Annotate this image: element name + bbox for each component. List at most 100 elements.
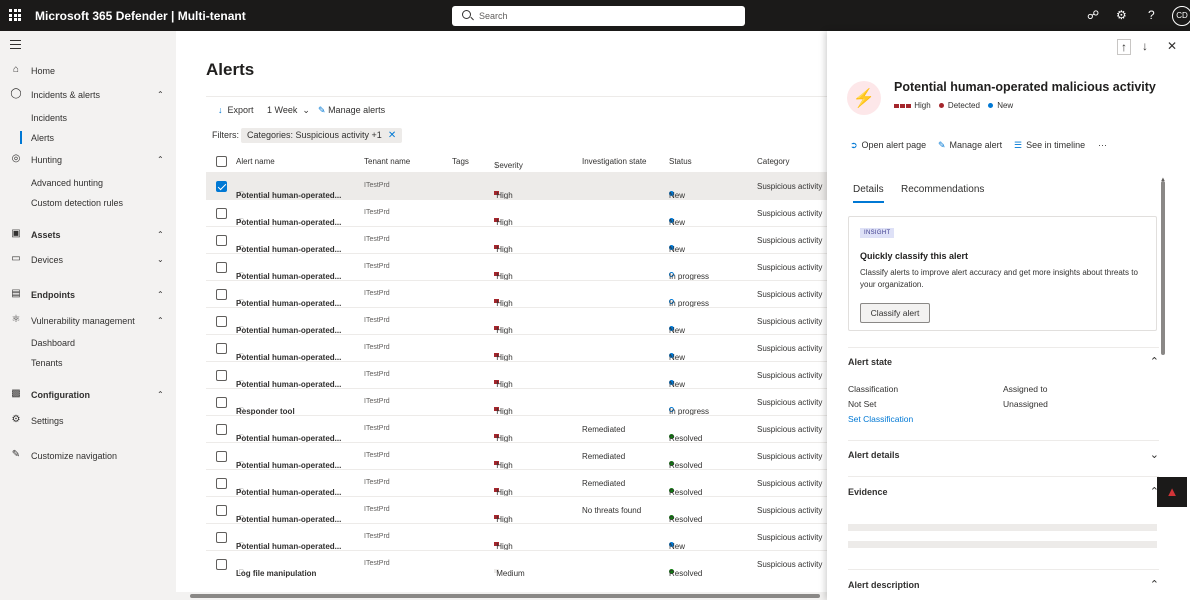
alert-details-section[interactable]: Alert details ⌄ [848,448,1159,461]
alert-detail-panel: ↑ ↓ ✕ ⚡ Potential human-operated malicio… [827,31,1190,600]
select-all-checkbox[interactable] [216,156,227,167]
open-external-icon[interactable]: □ [239,191,243,198]
row-checkbox[interactable] [216,559,227,570]
arrow-up-icon[interactable]: ↑ [1117,39,1131,55]
table-row[interactable]: Potential human-operated... □ ITestPrd Hig… [206,199,827,227]
table-row[interactable]: Potential human-operated... □ ITestPrd Hig… [206,253,827,281]
chevron-up-icon[interactable]: ⌃ [157,388,164,402]
waffle-icon[interactable] [9,9,21,21]
chevron-up-icon[interactable]: ⌃ [157,153,164,167]
tab-recommendations[interactable]: Recommendations [901,184,984,195]
investigation-state: Remediated [582,452,626,461]
hamburger-menu-icon[interactable] [10,40,21,52]
table-row[interactable]: Potential human-operated... □ ITestPrd Hig… [206,280,827,308]
scrollbar-thumb[interactable] [190,594,820,598]
table-row[interactable]: Potential human-operated... □ ITestPrd Hig… [206,415,827,443]
row-checkbox[interactable] [216,316,227,327]
classify-alert-button[interactable]: Classify alert [860,303,930,323]
column-status[interactable]: Status [669,157,692,166]
open-alert-page-button[interactable]: ➲ Open alert page [850,140,926,151]
open-external-icon[interactable]: □ [239,515,243,522]
sidebar: ⌂ Home ◯ Incidents & alerts ⌃ Incidents … [0,31,176,600]
table-row[interactable]: Potential human-operated... □ ITestPrd Hig… [206,307,827,335]
horizontal-scrollbar[interactable] [176,592,827,600]
table-row[interactable]: Potential human-operated... □ ITestPrd Hig… [206,172,827,200]
chevron-up-icon[interactable]: ⌃ [1150,355,1159,368]
app-title[interactable]: Microsoft 365 Defender | Multi-tenant [35,9,246,23]
row-checkbox[interactable] [216,343,227,354]
open-external-icon[interactable]: □ [239,461,243,468]
chevron-up-icon[interactable]: ⌃ [157,88,164,102]
column-alert-name[interactable]: Alert name [236,157,275,166]
chevron-up-icon[interactable]: ⌃ [157,288,164,302]
column-tags[interactable]: Tags [452,157,469,166]
manage-alerts-button[interactable]: ✎ Manage alerts [318,105,385,116]
time-range-dropdown[interactable]: 1 Week ⌄ [267,105,310,116]
see-in-timeline-button[interactable]: ☰ See in timeline [1014,140,1085,151]
severity-cell: High [494,209,513,227]
loading-placeholder [848,524,1157,531]
open-external-icon[interactable]: □ [239,299,243,306]
open-external-icon[interactable]: □ [239,542,243,549]
alert-description-section[interactable]: Alert description ⌃ [848,578,1159,591]
alert-state-section[interactable]: Alert state ⌃ [848,355,1159,368]
close-icon[interactable]: ✕ [388,130,396,141]
table-row[interactable]: Potential human-operated... □ ITestPrd Hig… [206,334,827,362]
table-row[interactable]: Potential human-operated... □ ITestPrd Hig… [206,226,827,254]
arrow-down-icon[interactable]: ↓ [1142,39,1148,53]
more-actions-button[interactable]: ··· [1098,140,1107,150]
row-checkbox[interactable] [216,424,227,435]
close-icon[interactable]: ✕ [1167,39,1177,53]
avatar[interactable]: CD [1172,6,1190,26]
open-external-icon[interactable]: □ [239,407,243,414]
row-checkbox[interactable] [216,208,227,219]
table-row[interactable]: Potential human-operated... □ ITestPrd Hig… [206,361,827,389]
help-icon[interactable]: ? [1148,8,1155,22]
row-checkbox[interactable] [216,451,227,462]
vertical-scrollbar[interactable] [1161,181,1165,355]
row-checkbox[interactable] [216,397,227,408]
table-row[interactable]: Potential human-operated... □ ITestPrd Hig… [206,469,827,497]
row-checkbox[interactable] [216,289,227,300]
share-icon[interactable]: ☍ [1087,8,1099,22]
row-checkbox[interactable] [216,181,227,192]
evidence-section[interactable]: Evidence ⌃ [848,486,1159,498]
open-external-icon[interactable]: □ [239,569,243,576]
tab-details[interactable]: Details [853,184,884,203]
chevron-up-icon[interactable]: ⌃ [157,228,164,242]
column-category[interactable]: Category [757,157,789,166]
open-external-icon[interactable]: □ [239,326,243,333]
set-classification-link[interactable]: Set Classification [848,414,913,424]
open-external-icon[interactable]: □ [239,488,243,495]
open-external-icon[interactable]: □ [239,272,243,279]
table-row[interactable]: Log file manipulation □ ITestPrd Medium Res… [206,550,827,578]
table-row[interactable]: Potential human-operated... □ ITestPrd Hig… [206,523,827,551]
manage-alert-button[interactable]: ✎ Manage alert [938,140,1002,151]
table-row[interactable]: Potential human-operated... □ ITestPrd Hig… [206,442,827,470]
open-external-icon[interactable]: □ [239,218,243,225]
column-investigation-state[interactable]: Investigation state [582,157,646,166]
row-checkbox[interactable] [216,532,227,543]
table-row[interactable]: Responder tool □ ITestPrd High In progress S… [206,388,827,416]
row-checkbox[interactable] [216,235,227,246]
row-checkbox[interactable] [216,505,227,516]
row-checkbox[interactable] [216,370,227,381]
category-cell: Suspicious activity [757,344,823,353]
chevron-up-icon[interactable]: ⌃ [1150,578,1159,591]
search-input[interactable]: Search [452,6,745,26]
row-checkbox[interactable] [216,478,227,489]
column-tenant-name[interactable]: Tenant name [364,157,410,166]
export-button[interactable]: ↓ Export [218,105,254,115]
chevron-down-icon[interactable]: ⌄ [157,253,164,267]
row-checkbox[interactable] [216,262,227,273]
chevron-down-icon[interactable]: ⌄ [1150,448,1159,461]
open-external-icon[interactable]: □ [239,353,243,360]
settings-icon[interactable]: ⚙ [1116,8,1127,22]
open-external-icon[interactable]: □ [239,380,243,387]
table-row[interactable]: Potential human-operated... □ ITestPrd Hig… [206,496,827,524]
warning-icon[interactable]: ▲ [1157,477,1187,507]
chevron-up-icon[interactable]: ⌃ [157,314,164,328]
open-external-icon[interactable]: □ [239,434,243,441]
filter-chip[interactable]: Categories: Suspicious activity +1 ✕ [241,128,403,143]
open-external-icon[interactable]: □ [239,245,243,252]
